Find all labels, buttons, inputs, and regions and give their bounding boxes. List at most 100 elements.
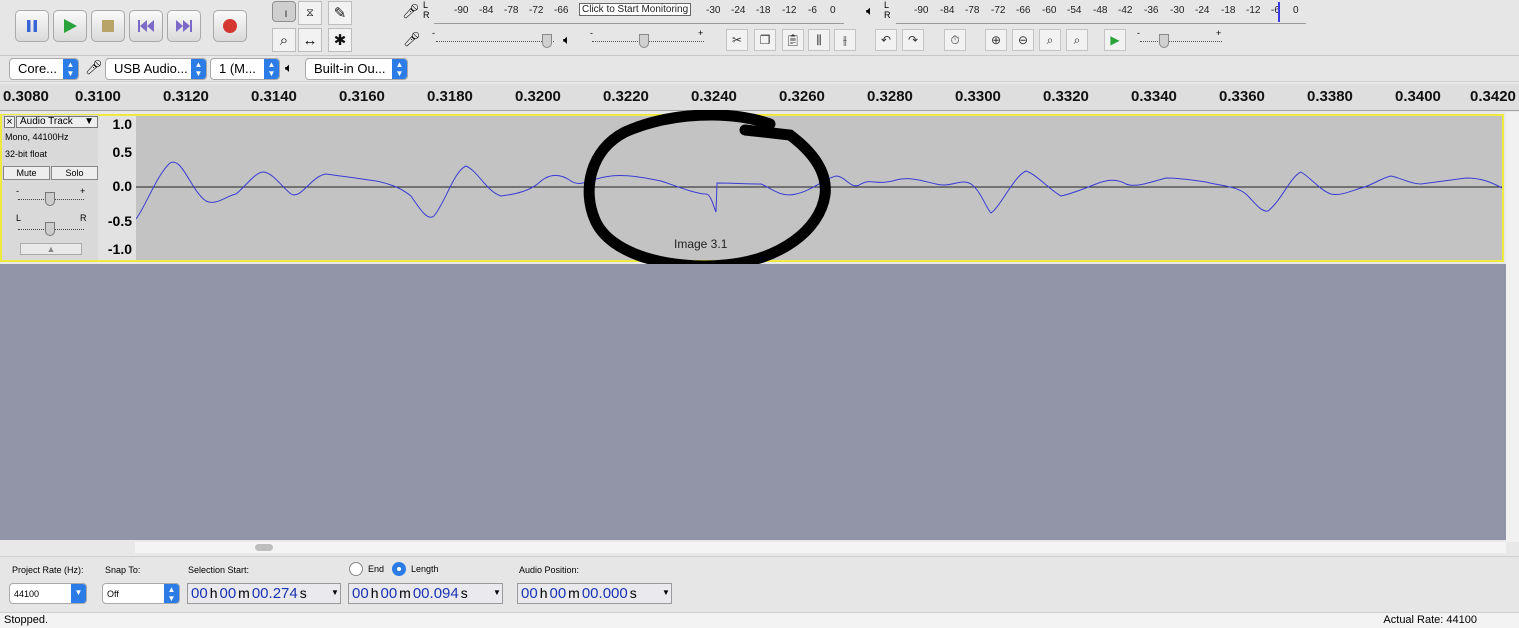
skip-start-button[interactable]	[129, 10, 163, 42]
play-icon: ▶	[1110, 33, 1120, 47]
horizontal-scroll-thumb[interactable]	[255, 544, 273, 551]
start-monitoring-button[interactable]: Click to Start Monitoring	[579, 3, 692, 16]
end-radio-label: End	[368, 564, 385, 574]
solo-button[interactable]: Solo	[51, 166, 98, 180]
stop-button[interactable]	[91, 10, 125, 42]
play-at-speed-button[interactable]: ▶	[1104, 29, 1126, 51]
input-device-value: USB Audio...	[114, 61, 188, 76]
length-radio[interactable]	[392, 562, 406, 576]
ruler-label: 0.3280	[867, 88, 913, 105]
record-meter-channels: LR	[423, 0, 430, 20]
input-volume-slider[interactable]	[436, 41, 554, 42]
ruler-label: 0.3260	[779, 88, 825, 105]
input-channels-select[interactable]: 1 (M... ▲ ▼	[210, 58, 280, 80]
collapse-track-button[interactable]: ▲	[20, 243, 82, 255]
meter-tick: -54	[1067, 5, 1082, 16]
gain-minus-label: -	[16, 186, 19, 196]
dropdown-arrow-icon[interactable]: ▼	[492, 584, 502, 603]
multi-tool-icon: ✱	[333, 32, 347, 49]
top-toolbar: I ⧖ ✎ ⌕ ↔ ✱ 🎤︎ LR -90 -84 -78 -72 -66 Cl…	[0, 0, 1519, 56]
paste-button[interactable]: 📋︎	[782, 29, 804, 51]
audio-host-select[interactable]: Core... ▲ ▼	[9, 58, 79, 80]
horizontal-scrollbar[interactable]	[135, 542, 1506, 553]
collapse-icon: ▲	[46, 244, 56, 254]
meter-tick: -84	[479, 5, 494, 16]
project-rate-select[interactable]: 44100 ▼	[9, 583, 87, 604]
meter-tick: -24	[1195, 5, 1210, 16]
timeshift-tool[interactable]: ↔	[298, 28, 322, 52]
play-speed-slider[interactable]	[1140, 41, 1222, 42]
meter-tick: -60	[1042, 5, 1057, 16]
selection-length-timecode[interactable]: 00 h 00 m 00.094 s ▼	[348, 583, 503, 604]
input-device-select[interactable]: USB Audio... ▲ ▼	[105, 58, 207, 80]
timeline-ruler[interactable]: 0.3080 0.3100 0.3120 0.3140 0.3160 0.318…	[0, 84, 1519, 111]
multi-tool[interactable]: ✱	[328, 28, 352, 52]
gain-slider-thumb[interactable]	[45, 192, 55, 206]
audio-position-timecode[interactable]: 00 h 00 m 00.000 s ▼	[517, 583, 672, 604]
ruler-label: 0.3380	[1307, 88, 1353, 105]
selection-start-timecode[interactable]: 00 h 00 m 00.274 s ▼	[187, 583, 341, 604]
undo-button[interactable]: ↶	[875, 29, 897, 51]
empty-track-area[interactable]	[0, 264, 1506, 540]
speaker-icon: 🔈︎	[866, 3, 874, 18]
input-volume-thumb[interactable]	[542, 34, 552, 48]
play-button[interactable]	[53, 10, 87, 42]
record-button[interactable]	[213, 10, 247, 42]
redo-button[interactable]: ↷	[902, 29, 924, 51]
ruler-label: 0.3240	[691, 88, 737, 105]
redo-icon: ↷	[907, 33, 919, 47]
play-speed-thumb[interactable]	[1159, 34, 1169, 48]
track-control-panel[interactable]: × Audio Track ▼ Mono, 44100Hz 32-bit floa…	[2, 115, 98, 260]
scale-label: 1.0	[112, 116, 132, 132]
zoom-tool[interactable]: ⌕	[272, 28, 296, 52]
fit-project-button[interactable]: ⌕	[1066, 29, 1088, 51]
mute-button[interactable]: Mute	[3, 166, 50, 180]
ruler-label: 0.3200	[515, 88, 561, 105]
end-radio[interactable]	[349, 562, 363, 576]
seconds-unit: s	[299, 585, 307, 601]
zoom-in-button[interactable]: ⊕	[985, 29, 1007, 51]
zoom-out-button[interactable]: ⊖	[1012, 29, 1034, 51]
track-sample-format: 32-bit float	[5, 149, 48, 159]
envelope-tool[interactable]: ⧖	[298, 1, 322, 25]
project-rate-label: Project Rate (Hz):	[12, 565, 84, 575]
dropdown-arrow-icon[interactable]: ▼	[330, 584, 340, 603]
ruler-label: 0.3420	[1470, 88, 1516, 105]
trim-button[interactable]: ⫼	[808, 29, 830, 51]
selection-start-label: Selection Start:	[188, 565, 250, 575]
meter-tick: -78	[965, 5, 980, 16]
play-meter-channels: LR	[884, 0, 891, 20]
meter-tick: -24	[731, 5, 746, 16]
draw-tool[interactable]: ✎	[328, 1, 352, 25]
ruler-label: 0.3400	[1395, 88, 1441, 105]
output-slider-plus: +	[698, 28, 704, 38]
channel-l-label: L	[423, 0, 429, 10]
meter-tick: -90	[914, 5, 929, 16]
selection-tool[interactable]: I	[272, 1, 296, 22]
cut-button[interactable]: ✂	[726, 29, 748, 51]
snap-to-select[interactable]: Off ▲ ▼	[102, 583, 180, 604]
vertical-scrollbar[interactable]	[1506, 112, 1519, 542]
copy-button[interactable]: ❐	[754, 29, 776, 51]
input-slider-minus: -	[432, 28, 435, 38]
fit-selection-button[interactable]: ⌕	[1039, 29, 1061, 51]
chevron-updown-icon: ▲ ▼	[63, 59, 78, 79]
silence-button[interactable]: ⫲	[834, 29, 856, 51]
minutes-value: 00	[219, 585, 237, 602]
pan-slider-thumb[interactable]	[45, 222, 55, 236]
skip-end-button[interactable]	[167, 10, 201, 42]
zoom-icon: ⌕	[279, 31, 289, 49]
skip-end-icon	[176, 20, 192, 32]
track-name-menu[interactable]: Audio Track ▼	[16, 116, 98, 128]
annotation-label: Image 3.1	[674, 237, 728, 251]
vertical-amplitude-scale[interactable]: 1.0 0.5 0.0 -0.5 -1.0	[98, 116, 136, 260]
sync-lock-button[interactable]: ⏱	[944, 29, 966, 51]
fit-selection-icon: ⌕	[1046, 32, 1054, 47]
track-close-button[interactable]: ×	[4, 116, 15, 128]
record-meter[interactable]: -90 -84 -78 -72 -66 Click to Start Monit…	[434, 0, 844, 24]
output-device-select[interactable]: Built-in Ou... ▲ ▼	[305, 58, 408, 80]
output-volume-thumb[interactable]	[639, 34, 649, 48]
dropdown-arrow-icon[interactable]: ▼	[661, 584, 671, 603]
pause-button[interactable]	[15, 10, 49, 42]
playback-meter[interactable]: -90 -84 -78 -72 -66 -60 -54 -48 -42 -36 …	[896, 0, 1306, 24]
